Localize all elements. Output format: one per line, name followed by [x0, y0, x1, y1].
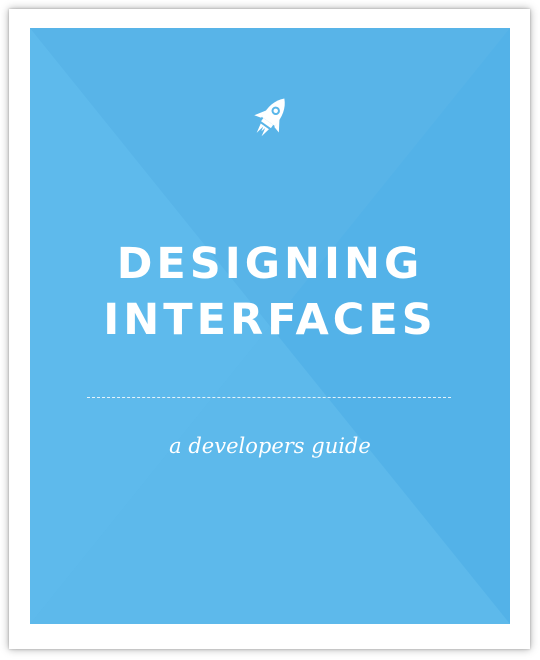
title-line-2: INTERFACES: [103, 295, 437, 345]
title-line-1: DESIGNING: [116, 239, 424, 289]
dashed-divider: [87, 397, 451, 398]
book-subtitle: a developers guide: [169, 434, 371, 458]
book-frame: DESIGNING INTERFACES a developers guide: [9, 9, 530, 649]
rocket-icon: [254, 98, 285, 137]
book-cover: DESIGNING INTERFACES a developers guide: [30, 28, 510, 624]
book-title: DESIGNING INTERFACES: [30, 236, 510, 348]
